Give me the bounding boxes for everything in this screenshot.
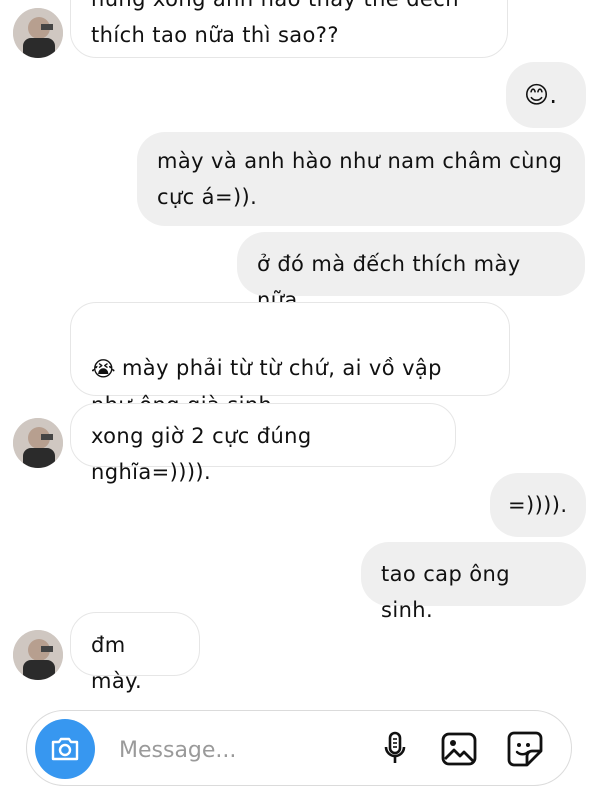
gallery-icon [441, 732, 477, 766]
gallery-button[interactable] [439, 729, 479, 769]
message-bubble-incoming[interactable]: xong giờ 2 cực đúng nghĩa=)))). [70, 403, 456, 484]
message-composer [26, 710, 572, 786]
microphone-icon [384, 731, 406, 763]
message-bubble-incoming[interactable]: đm mày. [70, 612, 200, 693]
crying-emoji: 😭 [91, 357, 116, 381]
message-bubble-outgoing[interactable]: tao cap ông sinh. [361, 542, 586, 622]
avatar[interactable] [13, 8, 63, 58]
microphone-button[interactable] [375, 729, 415, 769]
avatar[interactable] [13, 630, 63, 680]
message-bubble-outgoing[interactable]: 😊. [506, 62, 586, 128]
sticker-button[interactable] [505, 729, 545, 769]
avatar[interactable] [13, 418, 63, 468]
message-bubble-incoming[interactable]: 😭mày phải từ từ chứ, ai vồ vập như ông g… [70, 302, 510, 417]
message-bubble-outgoing[interactable]: mày và anh hào như nam châm cùng cực á=)… [137, 132, 585, 226]
message-bubble-outgoing[interactable]: =)))). [490, 473, 586, 537]
sticker-icon [507, 731, 543, 767]
camera-button[interactable] [35, 719, 95, 779]
message-bubble-incoming[interactable]: hứng xong anh hào thấy thế đếch thích ta… [70, 0, 508, 58]
message-input[interactable] [117, 729, 361, 771]
message-bubble-outgoing[interactable]: ở đó mà đếch thích mày nữa. [237, 232, 585, 312]
camera-icon [51, 737, 79, 761]
